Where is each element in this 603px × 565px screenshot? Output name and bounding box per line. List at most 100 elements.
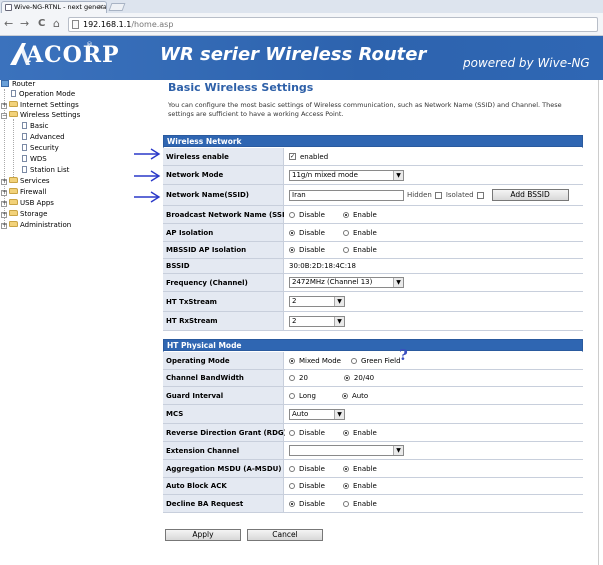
ht-rx-row: HT RxStream 2 ▼ bbox=[163, 312, 583, 331]
expand-icon[interactable]: + bbox=[1, 190, 7, 196]
green-field-radio[interactable] bbox=[350, 357, 357, 364]
isolated-checkbox[interactable] bbox=[476, 191, 484, 199]
option-label: Disable bbox=[299, 246, 325, 254]
sidebar-item-label: Internet Settings bbox=[20, 101, 79, 109]
new-tab-button[interactable] bbox=[108, 3, 126, 11]
auto-block-ack-row: Auto Block ACK Disable Enable bbox=[163, 478, 583, 495]
decline-ba-row: Decline BA Request Disable Enable bbox=[163, 495, 583, 513]
sidebar-item-internet-settings[interactable]: + Internet Settings bbox=[1, 101, 79, 110]
sidebar-item-services[interactable]: + Services bbox=[1, 177, 50, 186]
tab-close-icon[interactable]: × bbox=[98, 2, 104, 13]
row-label: Network Name(SSID) bbox=[163, 185, 284, 205]
sidebar-item-wireless-settings[interactable]: − Wireless Settings bbox=[1, 111, 80, 120]
sidebar-item-wds[interactable]: WDS bbox=[22, 155, 47, 164]
row-label: Reverse Direction Grant (RDG) bbox=[163, 424, 287, 441]
decline-ba-disable-radio[interactable] bbox=[289, 500, 295, 507]
bssid-value: 30:0B:2D:18:4C:18 bbox=[285, 259, 583, 273]
network-mode-select[interactable]: 11g/n mixed mode ▼ bbox=[289, 169, 404, 181]
select-value: 2 bbox=[292, 316, 297, 325]
guard-long-radio[interactable] bbox=[289, 392, 295, 399]
mbssid-disable-radio[interactable] bbox=[289, 247, 295, 253]
mbssid-enable-radio[interactable] bbox=[342, 247, 349, 253]
ap-isolation-disable-radio[interactable] bbox=[289, 229, 295, 236]
broadcast-row: Broadcast Network Name (SSID) Disable En… bbox=[163, 206, 583, 224]
auto-block-ack-enable-radio[interactable] bbox=[342, 483, 349, 489]
rdg-disable-radio[interactable] bbox=[289, 429, 295, 436]
decline-ba-enable-radio[interactable] bbox=[342, 500, 349, 507]
add-bssid-button[interactable]: Add BSSID bbox=[491, 189, 569, 201]
mixed-mode-radio[interactable] bbox=[289, 357, 295, 364]
auto-block-ack-disable-radio[interactable] bbox=[289, 483, 295, 489]
address-bar[interactable]: 192.168.1.1/home.asp bbox=[68, 17, 598, 32]
wireless-enable-checkbox[interactable]: ✓ bbox=[289, 153, 296, 160]
page-description: You can configure the most basic setting… bbox=[168, 101, 562, 118]
sidebar-item-operation-mode[interactable]: Operation Mode bbox=[11, 90, 75, 99]
cancel-button[interactable]: Cancel bbox=[247, 529, 323, 541]
extension-channel-row: Extension Channel ▼ bbox=[163, 442, 583, 460]
folder-icon bbox=[9, 101, 18, 107]
extension-channel-select[interactable]: ▼ bbox=[289, 445, 404, 456]
mcs-select[interactable]: Auto ▼ bbox=[289, 408, 345, 420]
expand-icon[interactable]: + bbox=[1, 212, 7, 218]
row-label: HT RxStream bbox=[163, 312, 284, 330]
sidebar-item-label: Administration bbox=[20, 221, 72, 229]
router-icon bbox=[1, 80, 9, 87]
sidebar-item-usb-apps[interactable]: + USB Apps bbox=[1, 199, 54, 208]
browser-tab[interactable]: Wive-NG-RTNL - next generati × bbox=[1, 1, 107, 13]
ht-tx-select[interactable]: 2 ▼ bbox=[289, 296, 345, 307]
ssid-input[interactable]: Iran bbox=[289, 189, 404, 201]
expand-icon[interactable]: + bbox=[1, 103, 7, 109]
hidden-checkbox[interactable] bbox=[434, 191, 442, 199]
url-path: /home.asp bbox=[131, 20, 174, 29]
ap-isolation-enable-radio[interactable] bbox=[342, 229, 349, 236]
forward-icon[interactable]: → bbox=[20, 16, 29, 32]
sidebar-item-basic[interactable]: Basic bbox=[22, 122, 49, 131]
annotation-arrow-icon bbox=[134, 148, 161, 160]
sidebar-item-advanced[interactable]: Advanced bbox=[22, 133, 65, 142]
sidebar-item-label: Security bbox=[30, 144, 59, 152]
ht-rx-select[interactable]: 2 ▼ bbox=[289, 315, 345, 327]
router-banner: ACORP ® WR serier Wireless Router powere… bbox=[0, 36, 603, 80]
option-label: Enable bbox=[352, 499, 377, 508]
amsdu-row: Aggregation MSDU (A-MSDU) Disable Enable bbox=[163, 460, 583, 478]
expand-icon[interactable]: + bbox=[1, 179, 7, 185]
bandwidth-20-radio[interactable] bbox=[289, 375, 295, 381]
sidebar-item-administration[interactable]: + Administration bbox=[1, 221, 71, 230]
back-icon[interactable]: ← bbox=[4, 16, 13, 32]
sidebar-item-storage[interactable]: + Storage bbox=[1, 210, 47, 219]
bssid-row: BSSID 30:0B:2D:18:4C:18 bbox=[163, 259, 583, 274]
row-label: MCS bbox=[163, 405, 284, 423]
sidebar-item-station-list[interactable]: Station List bbox=[22, 166, 69, 175]
expand-icon[interactable]: + bbox=[1, 223, 7, 229]
sidebar-item-label: Storage bbox=[20, 210, 48, 218]
sidebar-item-firewall[interactable]: + Firewall bbox=[1, 188, 46, 197]
banner-title: WR serier Wireless Router bbox=[160, 44, 427, 65]
select-value: 2 bbox=[292, 297, 297, 305]
home-icon[interactable]: ⌂ bbox=[53, 16, 60, 32]
guard-auto-radio[interactable] bbox=[341, 392, 348, 399]
apply-button[interactable]: Apply bbox=[165, 529, 241, 541]
ht-tx-row: HT TxStream 2 ▼ bbox=[163, 292, 583, 312]
expand-icon[interactable]: + bbox=[1, 201, 7, 207]
row-label: Channel BandWidth bbox=[163, 370, 284, 386]
amsdu-enable-radio[interactable] bbox=[342, 465, 349, 472]
browser-toolbar: ← → C ⌂ 192.168.1.1/home.asp bbox=[0, 13, 603, 36]
collapse-icon[interactable]: − bbox=[1, 113, 7, 119]
folder-icon bbox=[9, 177, 18, 183]
frequency-select[interactable]: 2472MHz (Channel 13) ▼ bbox=[289, 277, 404, 288]
sidebar-item-security[interactable]: Security bbox=[22, 144, 59, 153]
broadcast-enable-radio[interactable] bbox=[342, 211, 349, 218]
folder-icon bbox=[9, 210, 18, 216]
broadcast-disable-radio[interactable] bbox=[289, 211, 295, 218]
page-icon bbox=[22, 166, 27, 173]
reload-icon[interactable]: C bbox=[38, 16, 45, 32]
row-label: AP Isolation bbox=[163, 224, 284, 241]
amsdu-disable-radio[interactable] bbox=[289, 465, 295, 472]
folder-icon bbox=[9, 199, 18, 205]
sidebar-root-router[interactable]: Router bbox=[1, 80, 35, 89]
chevron-down-icon: ▼ bbox=[334, 316, 344, 326]
rdg-enable-radio[interactable] bbox=[342, 429, 349, 436]
annotation-question-mark: ? bbox=[399, 346, 408, 364]
row-label: BSSID bbox=[163, 259, 284, 273]
bandwidth-2040-radio[interactable] bbox=[343, 375, 350, 381]
